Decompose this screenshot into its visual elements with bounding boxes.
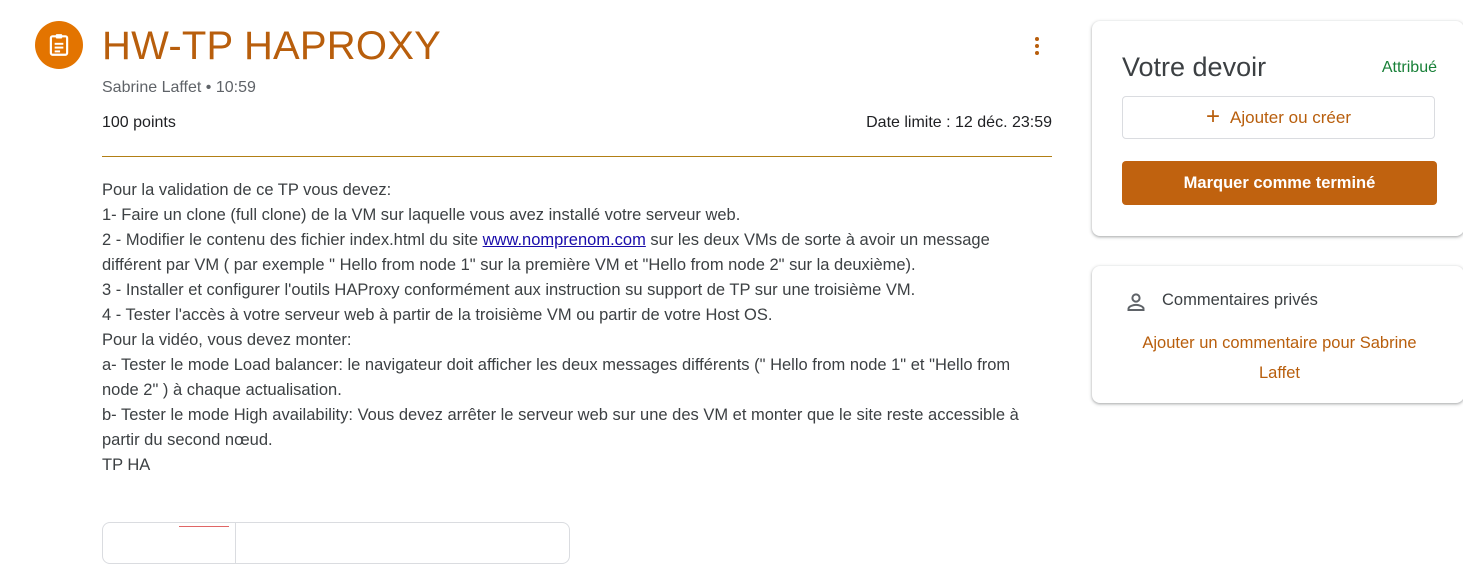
assignment-meta: Sabrine Laffet • 10:59 bbox=[102, 79, 256, 97]
your-work-card: Votre devoir Attribué + Ajouter ou créer… bbox=[1092, 21, 1463, 236]
status-badge: Attribué bbox=[1381, 59, 1437, 76]
add-private-comment-link[interactable]: Ajouter un commentaire pour Sabrine Laff… bbox=[1122, 328, 1437, 388]
plus-icon: + bbox=[1206, 102, 1221, 130]
person-icon bbox=[1127, 293, 1145, 311]
private-comments-heading: Commentaires privés bbox=[1162, 291, 1318, 309]
assignment-icon bbox=[35, 21, 83, 69]
divider bbox=[102, 156, 1052, 157]
posted-time: 10:59 bbox=[215, 79, 256, 96]
clipboard-icon bbox=[49, 34, 69, 56]
description-line: 3 - Installer et configurer l'outils HAP… bbox=[102, 281, 916, 299]
description-line: Pour la vidéo, vous devez monter: bbox=[102, 331, 352, 349]
description-line: TP HA bbox=[102, 456, 151, 474]
description-line: 2 - Modifier le contenu des fichier inde… bbox=[102, 231, 990, 274]
your-work-heading: Votre devoir bbox=[1122, 52, 1267, 82]
private-comments-card: Commentaires privés Ajouter un commentai… bbox=[1092, 266, 1463, 403]
description-line: Pour la validation de ce TP vous devez: bbox=[102, 181, 392, 199]
attachment-card[interactable] bbox=[102, 522, 570, 564]
more-vert-icon bbox=[1035, 37, 1039, 41]
meta-separator: • bbox=[205, 79, 212, 96]
more-options-button[interactable] bbox=[1020, 28, 1054, 64]
attachment-thumbnail bbox=[109, 523, 236, 563]
site-link[interactable]: www.nomprenom.com bbox=[483, 231, 646, 249]
assignment-description: Pour la validation de ce TP vous devez: … bbox=[102, 178, 1042, 478]
description-line: a- Tester le mode Load balancer: le navi… bbox=[102, 356, 1011, 399]
description-line: 1- Faire un clone (full clone) de la VM … bbox=[102, 206, 741, 224]
due-date: Date limite : 12 déc. 23:59 bbox=[866, 114, 1052, 131]
add-or-create-label: Ajouter ou créer bbox=[1230, 107, 1351, 127]
assignment-title: HW-TP HAPROXY bbox=[102, 24, 441, 68]
author-name: Sabrine Laffet bbox=[102, 79, 202, 96]
points-label: 100 points bbox=[102, 114, 176, 131]
add-or-create-button[interactable]: + Ajouter ou créer bbox=[1122, 96, 1435, 139]
description-line: 4 - Tester l'accès à votre serveur web à… bbox=[102, 306, 773, 324]
mark-as-done-button[interactable]: Marquer comme terminé bbox=[1122, 161, 1437, 205]
description-line: b- Tester le mode High availability: Vou… bbox=[102, 406, 1019, 449]
